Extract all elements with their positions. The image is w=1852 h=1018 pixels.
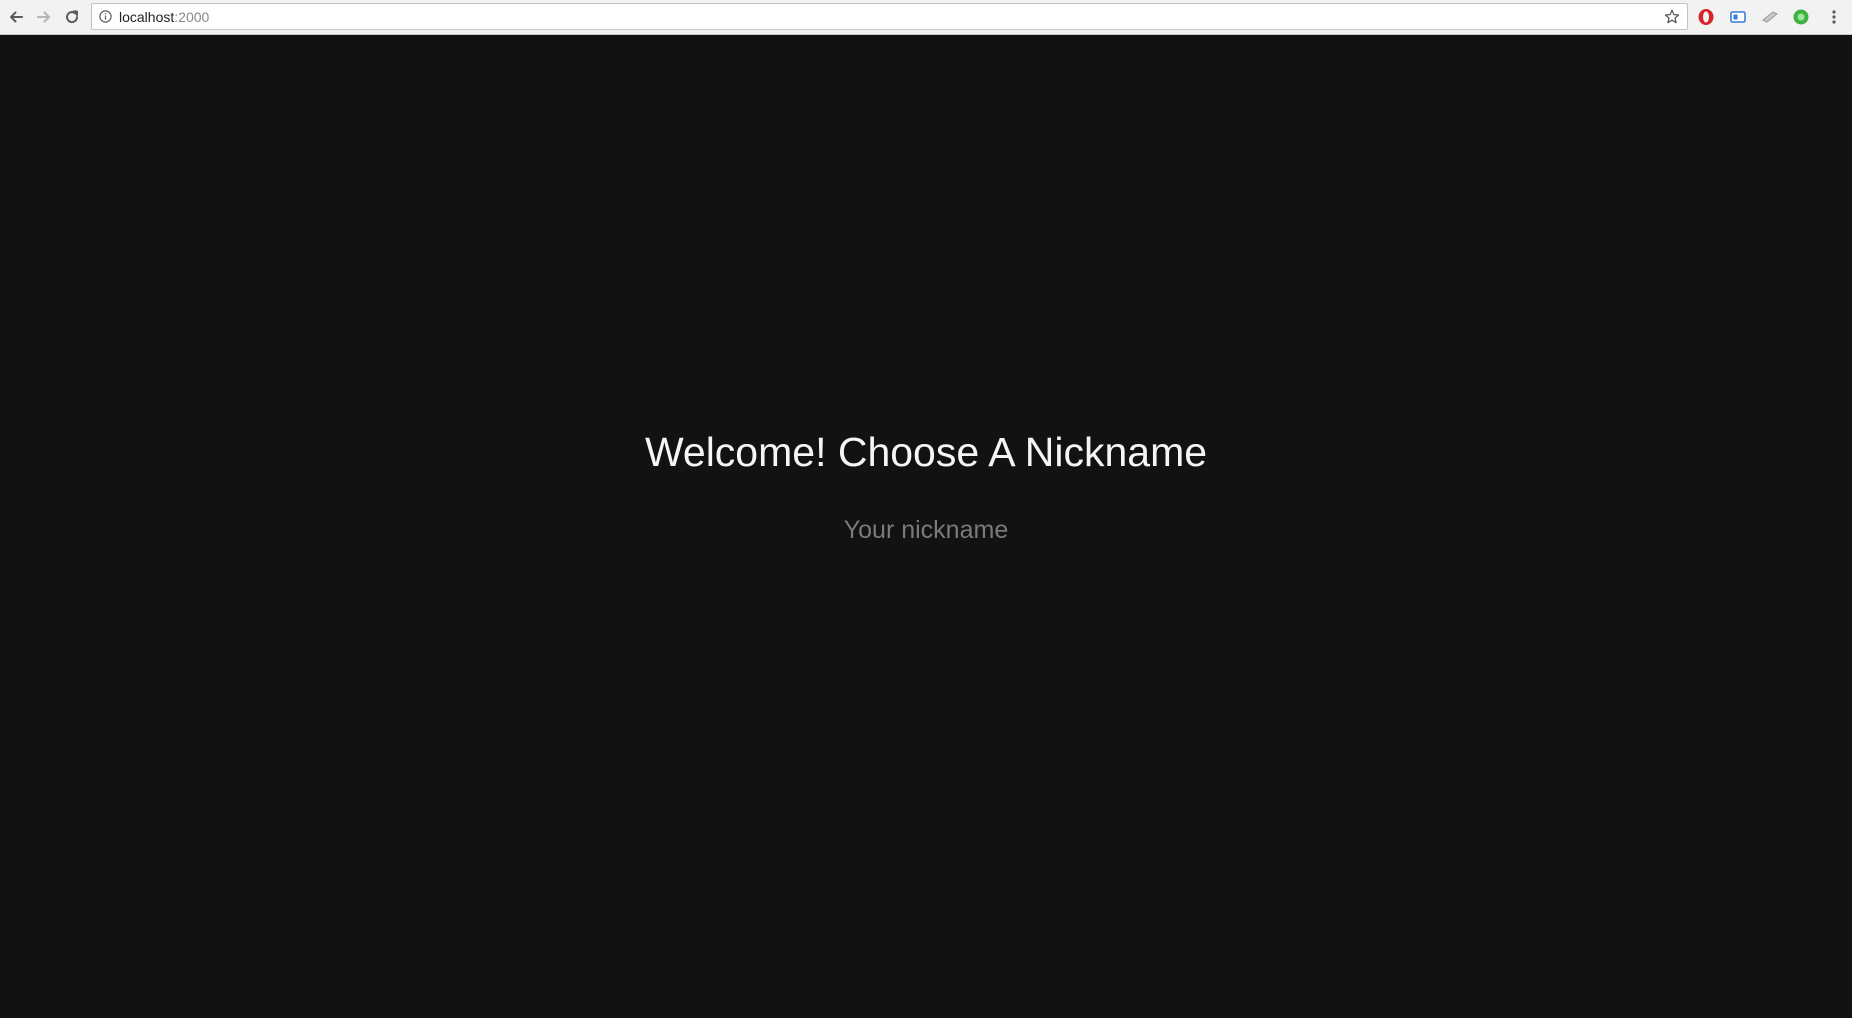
back-arrow-icon bbox=[10, 11, 23, 23]
kebab-menu-icon[interactable] bbox=[1824, 7, 1844, 27]
browser-toolbar: localhost:2000 bbox=[0, 0, 1852, 35]
back-button[interactable] bbox=[4, 5, 28, 29]
green-extension-icon[interactable] bbox=[1791, 7, 1811, 27]
forward-arrow-icon bbox=[37, 11, 50, 23]
info-icon[interactable] bbox=[99, 10, 112, 23]
page-content: Welcome! Choose A Nickname bbox=[0, 35, 1852, 1018]
url-host: localhost bbox=[119, 9, 175, 25]
grey-extension-icon[interactable] bbox=[1760, 7, 1780, 27]
blue-tab-extension-icon[interactable] bbox=[1728, 7, 1748, 27]
page-title: Welcome! Choose A Nickname bbox=[644, 429, 1208, 475]
address-bar[interactable]: localhost:2000 bbox=[91, 3, 1688, 30]
opera-extension-icon[interactable] bbox=[1696, 7, 1716, 27]
star-icon[interactable] bbox=[1663, 8, 1681, 26]
forward-button[interactable] bbox=[32, 5, 56, 29]
reload-button[interactable] bbox=[60, 5, 84, 29]
reload-icon bbox=[66, 10, 79, 24]
address-url: localhost:2000 bbox=[119, 9, 209, 25]
nickname-input[interactable] bbox=[726, 508, 1126, 552]
url-port: :2000 bbox=[174, 9, 210, 25]
